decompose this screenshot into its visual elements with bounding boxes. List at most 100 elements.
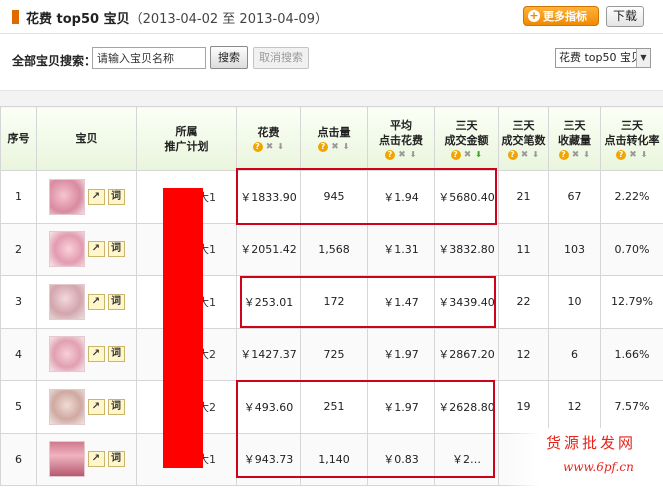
help-icon[interactable]: ? [318, 142, 328, 152]
help-icon[interactable]: ? [616, 149, 626, 160]
table-header-row: 序号 宝贝 所属 推广计划 花费 ? ✖ ⬇ 点击量 ? ✖ ⬇ 平均 点击花费 ? ✖ ⬇ 三… [0, 106, 663, 171]
cancel-search-button[interactable]: 取消搜索 [253, 47, 309, 69]
top-bar: 花费 top50 宝贝（2013-04-02 至 2013-04-09） + 更… [0, 0, 663, 34]
cell-clicks: 1,568 [300, 222, 368, 276]
col-header-spend[interactable]: 花费 ? ✖ ⬇ [236, 106, 301, 171]
redaction-bar [163, 188, 203, 468]
cell-spend: ￥1427.37 [236, 327, 301, 381]
cell-sales: ￥3832.80 [434, 222, 499, 276]
product-thumbnail[interactable] [48, 231, 85, 268]
col-header-plan: 所属 推广计划 [136, 106, 237, 171]
keyword-button[interactable]: 词 [107, 241, 125, 258]
cell-item: ↗ 词 [36, 432, 137, 486]
remove-column-icon[interactable]: ✖ [330, 142, 340, 152]
help-icon[interactable]: ? [450, 149, 461, 160]
search-bar: 全部宝贝搜索： 搜索 取消搜索 花费 top50 宝贝 ▼ [0, 35, 663, 80]
remove-column-icon[interactable]: ✖ [628, 150, 638, 160]
remove-column-icon[interactable]: ✖ [265, 142, 275, 152]
keyword-button[interactable]: 词 [107, 293, 125, 310]
col-header-index: 序号 [0, 106, 37, 171]
cell-index: 1 [0, 170, 37, 224]
cell-cvr: 7.57% [600, 380, 663, 434]
cell-orders: 12 [498, 327, 549, 381]
remove-column-icon[interactable]: ✖ [463, 150, 473, 160]
trend-chart-icon[interactable]: ↗ [87, 398, 105, 415]
cell-favs: 103 [548, 222, 601, 276]
trend-chart-icon[interactable]: ↗ [87, 346, 105, 363]
cell-clicks: 725 [300, 327, 368, 381]
product-thumbnail[interactable] [48, 441, 85, 478]
date-range: （2013-04-02 至 2013-04-09） [129, 12, 328, 27]
col-header-cvr[interactable]: 三天 点击转化率 ? ✖ ⬇ [600, 106, 663, 171]
cell-index: 6 [0, 432, 37, 486]
trend-chart-icon[interactable]: ↗ [87, 188, 105, 205]
product-thumbnail[interactable] [48, 283, 85, 320]
help-icon[interactable]: ? [507, 149, 518, 160]
cell-index: 3 [0, 275, 37, 329]
cell-index: 5 [0, 380, 37, 434]
sort-icon[interactable]: ⬇ [277, 142, 285, 152]
cell-orders: 22 [498, 275, 549, 329]
remove-column-icon[interactable]: ✖ [571, 150, 581, 160]
page-title-text: 花费 top50 宝贝 [26, 12, 130, 27]
watermark-title: 货源批发网 [546, 434, 637, 452]
view-select[interactable]: 花费 top50 宝贝 ▼ [555, 48, 651, 68]
sort-icon[interactable]: ⬇ [640, 150, 648, 160]
sort-icon[interactable]: ⬇ [532, 150, 540, 160]
col-header-clicks[interactable]: 点击量 ? ✖ ⬇ [300, 106, 368, 171]
cell-cvr: 2.22% [600, 170, 663, 224]
table-row: 4 ↗ 词 大2 ￥1427.37 725 ￥1.97 ￥2867.20 12 6… [0, 327, 663, 381]
cell-favs: 12 [548, 380, 601, 434]
cell-favs: 6 [548, 327, 601, 381]
cell-cvr: 1.66% [600, 327, 663, 381]
product-thumbnail[interactable] [48, 388, 85, 425]
chevron-down-icon: ▼ [636, 49, 650, 67]
help-icon[interactable]: ? [385, 149, 395, 160]
cell-sales: ￥2867.20 [434, 327, 499, 381]
cell-item: ↗ 词 [36, 170, 137, 224]
help-icon[interactable]: ? [558, 149, 569, 160]
toolbar-band [0, 90, 663, 106]
download-button[interactable]: 下载 [606, 6, 644, 27]
page-title: 花费 top50 宝贝（2013-04-02 至 2013-04-09） [26, 8, 328, 27]
sort-icon[interactable]: ⬇ [409, 150, 417, 160]
sort-active-icon[interactable]: ⬇ [475, 150, 483, 160]
title-marker [12, 10, 19, 24]
cell-item: ↗ 词 [36, 275, 137, 329]
remove-column-icon[interactable]: ✖ [397, 150, 407, 160]
col-header-item: 宝贝 [36, 106, 137, 171]
cell-index: 4 [0, 327, 37, 381]
search-input[interactable] [92, 47, 206, 69]
cell-orders: 11 [498, 222, 549, 276]
help-icon[interactable]: ? [252, 142, 263, 152]
col-header-favs[interactable]: 三天 收藏量 ? ✖ ⬇ [548, 106, 601, 171]
plus-icon: + [528, 9, 540, 22]
cell-item: ↗ 词 [36, 327, 137, 381]
highlight-box-rows-5-6 [236, 380, 495, 478]
product-thumbnail[interactable] [48, 178, 85, 215]
trend-chart-icon[interactable]: ↗ [87, 451, 105, 468]
remove-column-icon[interactable]: ✖ [520, 150, 530, 160]
more-metrics-button[interactable]: + 更多指标 [523, 6, 599, 26]
trend-chart-icon[interactable]: ↗ [87, 241, 105, 258]
sort-icon[interactable]: ⬇ [583, 150, 591, 160]
col-header-orders[interactable]: 三天 成交笔数 ? ✖ ⬇ [498, 106, 549, 171]
col-header-avg-cpc[interactable]: 平均 点击花费 ? ✖ ⬇ [367, 106, 435, 171]
keyword-button[interactable]: 词 [107, 188, 125, 205]
keyword-button[interactable]: 词 [107, 451, 125, 468]
product-thumbnail[interactable] [48, 336, 85, 373]
sort-icon[interactable]: ⬇ [342, 142, 350, 152]
trend-chart-icon[interactable]: ↗ [87, 293, 105, 310]
watermark-url: www.6pf.cn [563, 460, 634, 474]
highlight-box-row-3 [240, 276, 496, 328]
col-header-sales[interactable]: 三天 成交金额 ? ✖ ⬇ [434, 106, 499, 171]
cell-cvr: 0.70% [600, 222, 663, 276]
cell-item: ↗ 词 [36, 222, 137, 276]
keyword-button[interactable]: 词 [107, 346, 125, 363]
more-metrics-label: 更多指标 [543, 10, 587, 23]
cell-cvr: 12.79% [600, 275, 663, 329]
search-button[interactable]: 搜索 [210, 46, 248, 69]
search-label: 全部宝贝搜索： [12, 54, 97, 68]
cell-orders: 19 [498, 380, 549, 434]
keyword-button[interactable]: 词 [107, 398, 125, 415]
